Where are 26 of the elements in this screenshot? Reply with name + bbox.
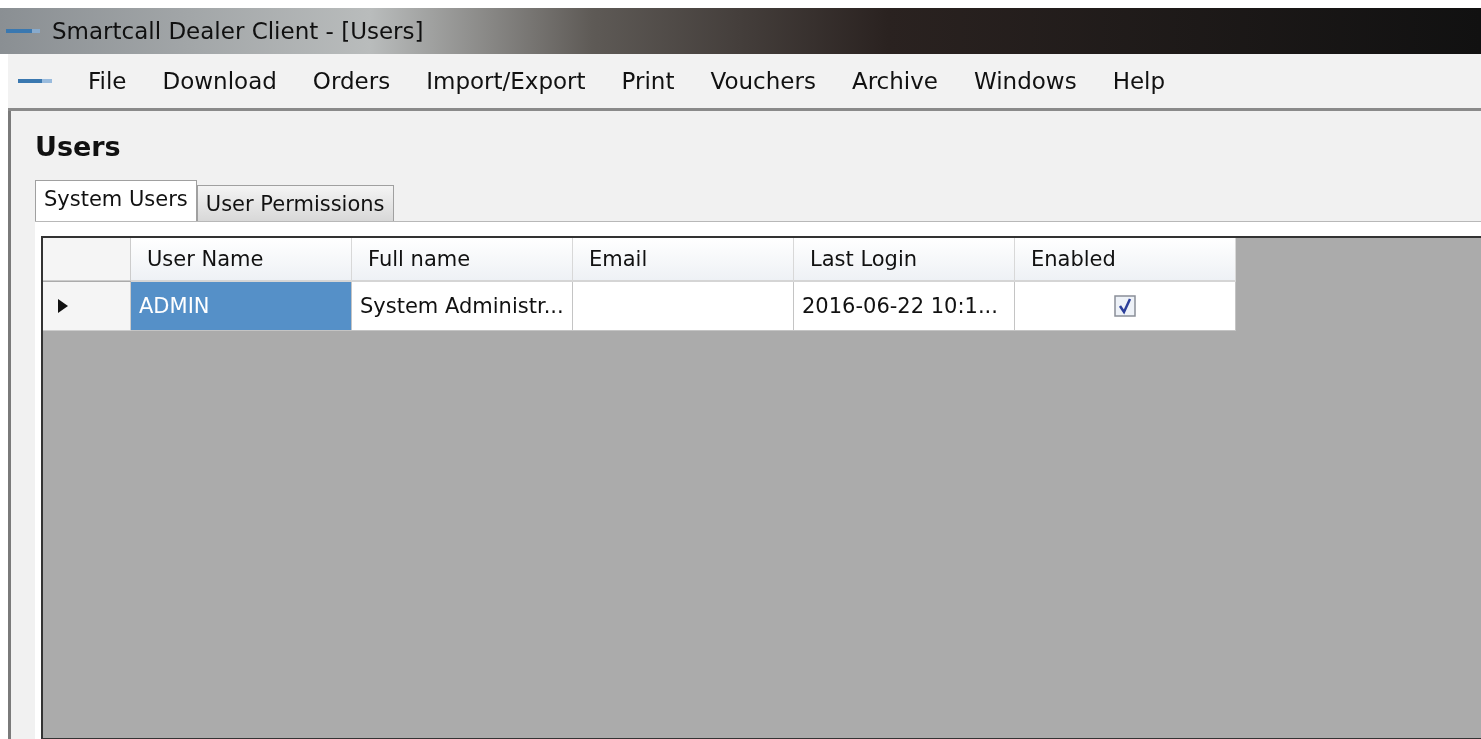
column-header[interactable]: User Name <box>131 238 352 282</box>
menu-item[interactable]: File <box>70 68 145 94</box>
menu-item[interactable]: Import/Export <box>408 68 604 94</box>
table-cell[interactable] <box>573 282 794 331</box>
menu-item[interactable]: Windows <box>955 68 1095 94</box>
menu-item[interactable]: Help <box>1094 68 1184 94</box>
column-header[interactable]: Full name <box>352 238 573 282</box>
row-header[interactable] <box>43 282 131 331</box>
menu-item[interactable]: Print <box>603 68 693 94</box>
menu-item[interactable]: Download <box>144 68 295 94</box>
table-cell[interactable] <box>1015 282 1236 331</box>
tab[interactable]: System Users <box>35 180 197 221</box>
window-title: Smartcall Dealer Client - [Users] <box>52 18 424 44</box>
column-header[interactable]: Email <box>573 238 794 282</box>
table-cell[interactable]: System Administr... <box>352 282 573 331</box>
column-header[interactable]: Last Login <box>794 238 1015 282</box>
menu-item[interactable]: Orders <box>294 68 409 94</box>
table-cell[interactable]: 2016-06-22 10:1... <box>794 282 1015 331</box>
logo-icon <box>6 26 40 36</box>
tab[interactable]: User Permissions <box>196 185 394 221</box>
page-heading: Users <box>35 131 122 162</box>
menu-item[interactable]: Archive <box>833 68 956 94</box>
menu-item[interactable]: Vouchers <box>692 68 834 94</box>
column-header[interactable]: Enabled <box>1015 238 1236 282</box>
logo-icon[interactable] <box>18 76 52 86</box>
checkbox[interactable] <box>1114 295 1136 317</box>
